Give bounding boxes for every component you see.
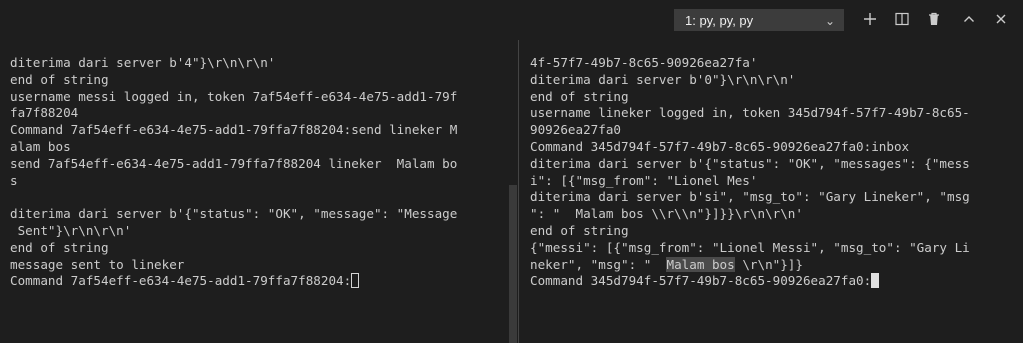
terminal-line: diterima dari server b'si", "msg_to": "G… [530, 189, 970, 205]
terminal-prompt: Command 7af54eff-e634-4e75-add1-79ffa7f8… [10, 273, 352, 289]
split-icon [895, 12, 909, 26]
terminal-line: end of string [530, 88, 629, 104]
terminal-line: message sent to lineker [10, 256, 185, 272]
close-icon [996, 14, 1006, 24]
terminal-toolbar: 1: py, py, py ⌄ [0, 0, 1023, 40]
terminal-prompt: Command 345d794f-57f7-49b7-8c65-90926ea2… [530, 273, 872, 289]
terminal-line: send 7af54eff-e634-4e75-add1-79ffa7f8820… [10, 155, 458, 171]
terminal-line: 90926ea27fa0 [530, 122, 621, 138]
close-panel-button[interactable] [989, 6, 1013, 32]
terminal-prompt-line: Command 345d794f-57f7-49b7-8c65-90926ea2… [530, 273, 1018, 290]
plus-icon [864, 13, 876, 25]
kill-terminal-button[interactable] [922, 6, 946, 32]
terminal-line: username lineker logged in, token 345d79… [530, 105, 970, 121]
terminal-line: i": [{"msg_from": "Lionel Mes' [530, 172, 758, 188]
terminal-cursor [871, 273, 880, 289]
terminal-line: fa7f88204 [10, 105, 79, 121]
terminal-line: ": " Malam bos \\r\\n"}]}}\r\n\r\n' [530, 206, 803, 222]
chevron-up-icon [964, 16, 974, 22]
chevron-down-icon: ⌄ [824, 14, 835, 28]
new-terminal-button[interactable] [858, 6, 882, 32]
terminal-line: end of string [530, 222, 629, 238]
terminal-cursor [351, 273, 360, 289]
terminal-text: neker", "msg": " [530, 256, 667, 272]
terminal-line: Sent"}\r\n\r\n' [10, 222, 132, 238]
terminal-line: neker", "msg": " Malam bos \r\n"}]} [530, 256, 1018, 274]
terminal-line: diterima dari server b'0"}\r\n\r\n' [530, 71, 796, 87]
terminal-prompt-line: Command 7af54eff-e634-4e75-add1-79ffa7f8… [10, 273, 510, 290]
terminal-pane-left[interactable]: diterima dari server b'4"}\r\n\r\n' end o… [10, 55, 510, 343]
selected-text-highlight: Malam bos [666, 256, 735, 272]
terminal-line: {"messi": [{"msg_from": "Lionel Messi", … [530, 239, 970, 255]
terminal-line: Command 345d794f-57f7-49b7-8c65-90926ea2… [530, 138, 910, 154]
terminal-selector-label: 1: py, py, py [685, 13, 754, 28]
terminal-line: alam bos [10, 138, 71, 154]
maximize-panel-button[interactable] [957, 6, 981, 32]
terminal-pane-right[interactable]: 4f-57f7-49b7-8c65-90926ea27fa' diterima d… [530, 55, 1018, 343]
terminal-line: diterima dari server b'{"status": "OK", … [10, 206, 458, 222]
terminal-line: end of string [10, 239, 109, 255]
terminal-line: diterima dari server b'4"}\r\n\r\n' [10, 55, 276, 70]
terminal-line: s [10, 172, 18, 188]
terminal-line: username messi logged in, token 7af54eff… [10, 88, 458, 104]
trash-icon [929, 12, 939, 25]
terminal-line: diterima dari server b'{"status": "OK", … [530, 155, 970, 171]
terminal-line: end of string [10, 71, 109, 87]
terminal-selector-dropdown[interactable]: 1: py, py, py ⌄ [674, 9, 844, 31]
terminal-line: Command 7af54eff-e634-4e75-add1-79ffa7f8… [10, 122, 458, 138]
split-terminal-button[interactable] [890, 6, 914, 32]
terminal-scrollbar[interactable] [509, 185, 517, 343]
terminal-text: \r\n"}]} [734, 256, 803, 272]
split-divider[interactable] [518, 40, 519, 343]
terminal-line: 4f-57f7-49b7-8c65-90926ea27fa' [530, 55, 758, 70]
